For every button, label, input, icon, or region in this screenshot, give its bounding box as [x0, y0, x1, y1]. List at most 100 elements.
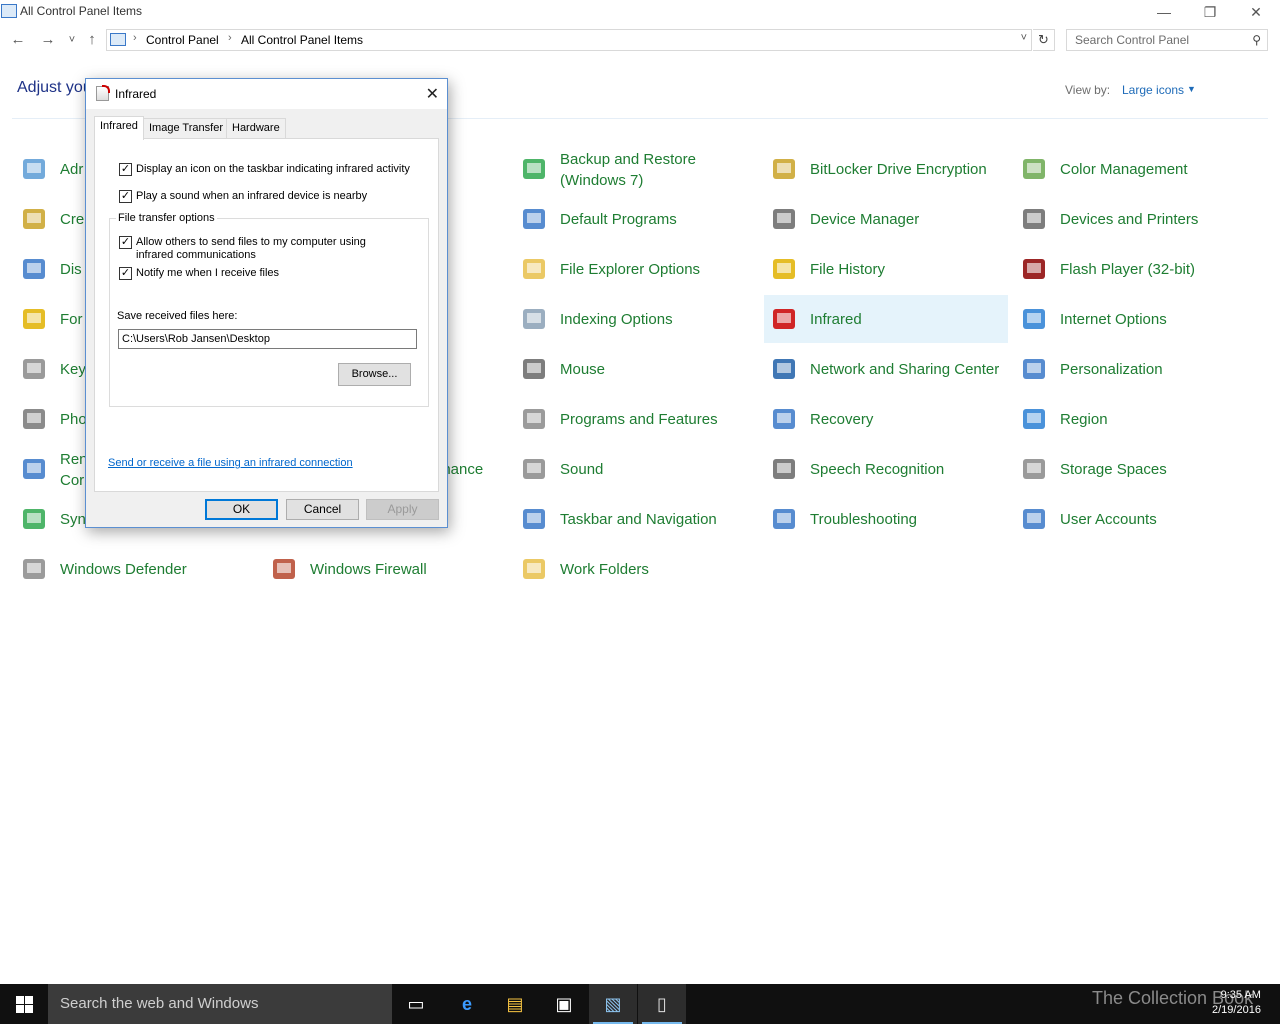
item-label: Speech Recognition	[810, 461, 945, 478]
search-icon[interactable]: ⚲	[1252, 33, 1261, 47]
item-label: Windows Defender	[60, 561, 187, 578]
control-panel-item[interactable]: User Accounts	[1014, 495, 1258, 543]
work-folders-icon	[518, 553, 550, 585]
taskbar-navigation-icon	[518, 503, 550, 535]
control-panel-item[interactable]: Windows Firewall	[264, 545, 508, 593]
item-label: Recovery	[810, 411, 874, 428]
windows-logo-icon	[16, 996, 33, 1013]
breadcrumb-control-panel[interactable]: Control Panel	[146, 33, 219, 47]
control-panel-item[interactable]: Region	[1014, 395, 1258, 443]
infrared-icon	[96, 85, 110, 101]
control-panel-taskbar-icon[interactable]: ▧	[589, 984, 637, 1024]
checkbox-box[interactable]: ✓	[119, 236, 132, 249]
address-bar[interactable]: › Control Panel › All Control Panel Item…	[106, 29, 1032, 51]
back-arrow-icon[interactable]: ←	[8, 31, 28, 48]
save-path-field[interactable]: C:\Users\Rob Jansen\Desktop	[118, 329, 417, 349]
control-panel-item[interactable]: Sound	[514, 445, 758, 493]
item-label: Indexing Options	[560, 311, 673, 328]
restore-button[interactable]: ❐	[1187, 0, 1233, 24]
group-label: File transfer options	[116, 212, 217, 224]
flash-player-icon	[1018, 253, 1050, 285]
start-button[interactable]	[0, 984, 48, 1024]
control-panel-item[interactable]: Default Programs	[514, 195, 758, 243]
internet-options-icon	[1018, 303, 1050, 335]
control-panel-item[interactable]: Device Manager	[764, 195, 1008, 243]
checkbox-label: Notify me when I receive files	[136, 267, 280, 279]
minimize-button[interactable]: —	[1141, 0, 1187, 24]
control-panel-item[interactable]: Work Folders	[514, 545, 758, 593]
breadcrumb-all-items[interactable]: All Control Panel Items	[241, 33, 363, 47]
file-explorer-options-icon	[518, 253, 550, 285]
forward-arrow-icon[interactable]: →	[38, 31, 58, 48]
mouse-icon	[518, 353, 550, 385]
tab-hardware[interactable]: Hardware	[226, 118, 286, 139]
item-label: File History	[810, 261, 886, 278]
item-label: Cre	[60, 211, 85, 228]
windows-defender-icon	[18, 553, 50, 585]
clock[interactable]: 9:35 AM 2/19/2016	[1212, 988, 1261, 1018]
close-button[interactable]: ✕	[1233, 0, 1279, 24]
control-panel-item[interactable]: Infrared	[764, 295, 1008, 343]
fonts-icon	[18, 303, 50, 335]
item-label: Device Manager	[810, 211, 920, 228]
control-panel-item[interactable]: Devices and Printers	[1014, 195, 1258, 243]
control-panel-item[interactable]: Network and Sharing Center	[764, 345, 1008, 393]
infrared-taskbar-icon[interactable]: ▯	[638, 984, 686, 1024]
up-arrow-icon[interactable]: ↑	[82, 31, 102, 48]
control-panel-item[interactable]: Backup and Restore (Windows 7)	[514, 145, 758, 193]
chevron-down-icon[interactable]: ▼	[1187, 84, 1196, 94]
window-titlebar: All Control Panel Items — ❐ ✕	[0, 0, 1280, 24]
control-panel-item[interactable]: Troubleshooting	[764, 495, 1008, 543]
taskbar-search-input[interactable]: Search the web and Windows	[48, 984, 392, 1024]
browse-button[interactable]: Browse...	[338, 363, 411, 386]
recent-locations-icon[interactable]: ˅	[62, 34, 82, 46]
infrared-dialog: Infrared ✕ Infrared Image Transfer Hardw…	[85, 78, 448, 528]
control-panel-item[interactable]: Windows Defender	[14, 545, 258, 593]
control-panel-item[interactable]: Flash Player (32-bit)	[1014, 245, 1258, 293]
dialog-titlebar: Infrared ✕	[86, 79, 447, 109]
control-panel-item[interactable]: BitLocker Drive Encryption	[764, 145, 1008, 193]
control-panel-item[interactable]: Internet Options	[1014, 295, 1258, 343]
control-panel-item[interactable]: Mouse	[514, 345, 758, 393]
storage-spaces-icon	[1018, 453, 1050, 485]
control-panel-item[interactable]: File Explorer Options	[514, 245, 758, 293]
apply-button[interactable]: Apply	[366, 499, 439, 520]
item-label: Adr	[60, 161, 84, 178]
tab-infrared[interactable]: Infrared	[94, 116, 144, 140]
item-label: User Accounts	[1060, 511, 1157, 528]
checkbox-box[interactable]: ✓	[119, 190, 132, 203]
control-panel-item[interactable]: Programs and Features	[514, 395, 758, 443]
ok-button[interactable]: OK	[205, 499, 278, 520]
control-panel-item[interactable]: Personalization	[1014, 345, 1258, 393]
control-panel-item[interactable]: Recovery	[764, 395, 1008, 443]
store-icon[interactable]: ▣	[540, 984, 588, 1024]
control-panel-item[interactable]: Speech Recognition	[764, 445, 1008, 493]
control-panel-item[interactable]: Indexing Options	[514, 295, 758, 343]
checkbox-box[interactable]: ✓	[119, 267, 132, 280]
tab-image-transfer[interactable]: Image Transfer	[143, 118, 229, 139]
file-explorer-icon[interactable]: ▤	[491, 984, 539, 1024]
control-panel-item[interactable]: File History	[764, 245, 1008, 293]
chevron-down-icon[interactable]: ˅	[1021, 32, 1027, 44]
troubleshooting-icon	[768, 503, 800, 535]
dialog-close-icon[interactable]: ✕	[426, 84, 439, 104]
item-label: Default Programs	[560, 211, 677, 228]
item-label: Color Management	[1060, 161, 1188, 178]
control-panel-item[interactable]: Taskbar and Navigation	[514, 495, 758, 543]
refresh-icon[interactable]: ↻	[1033, 29, 1055, 51]
control-panel-item[interactable]: Color Management	[1014, 145, 1258, 193]
item-label: Pho	[60, 411, 87, 428]
view-by-dropdown[interactable]: Large icons	[1122, 83, 1184, 97]
edge-icon[interactable]: e	[443, 984, 491, 1024]
search-placeholder: Search Control Panel	[1075, 33, 1190, 47]
control-panel-item[interactable]: Storage Spaces	[1014, 445, 1258, 493]
checkbox-box[interactable]: ✓	[119, 163, 132, 176]
breadcrumb-separator-icon[interactable]: ›	[228, 32, 232, 44]
search-input[interactable]: Search Control Panel ⚲	[1066, 29, 1268, 51]
cancel-button[interactable]: Cancel	[286, 499, 359, 520]
item-label: Network and Sharing Center	[810, 361, 1000, 378]
breadcrumb-separator-icon[interactable]: ›	[133, 32, 137, 44]
page-heading: Adjust you	[17, 79, 92, 96]
send-receive-link[interactable]: Send or receive a file using an infrared…	[108, 457, 353, 469]
task-view-icon[interactable]: ▭	[392, 984, 440, 1024]
